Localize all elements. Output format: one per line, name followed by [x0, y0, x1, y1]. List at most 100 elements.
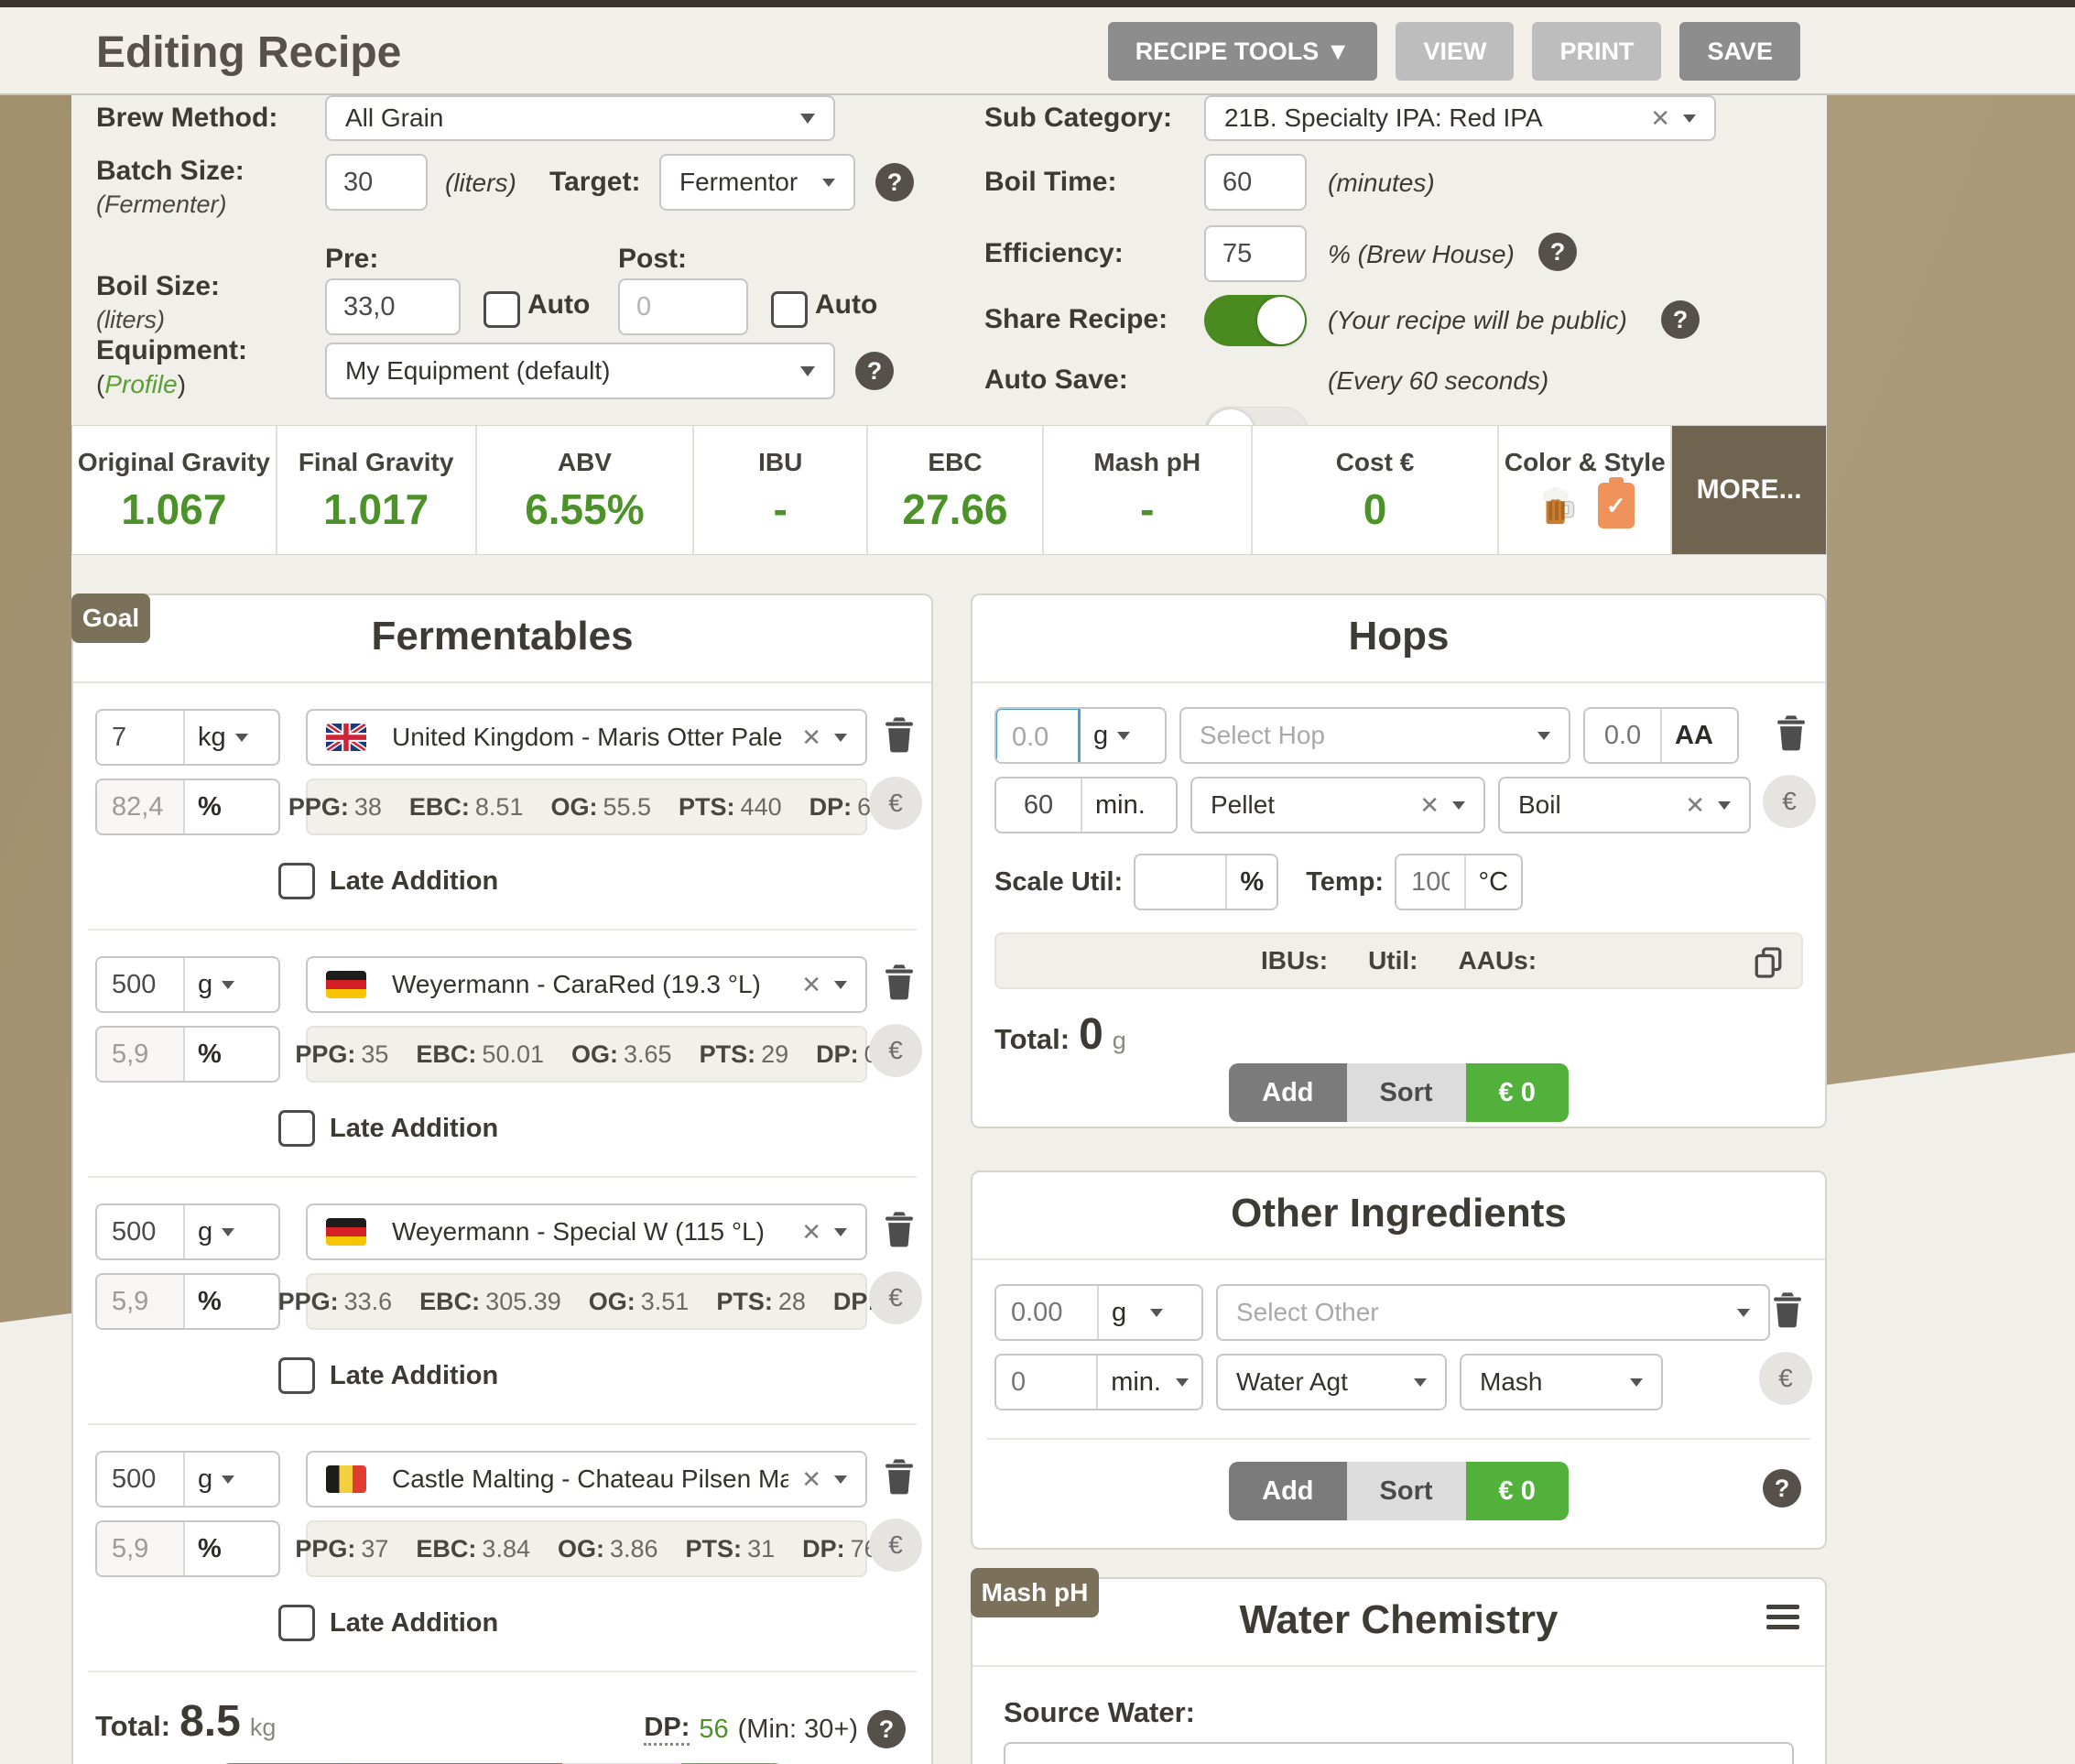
- print-button[interactable]: PRINT: [1532, 22, 1661, 81]
- delete-icon[interactable]: [880, 1453, 918, 1497]
- late-addition-label: Late Addition: [330, 1608, 498, 1639]
- cost-icon[interactable]: €: [1763, 775, 1816, 828]
- cost-icon[interactable]: €: [869, 1024, 922, 1077]
- source-water-select[interactable]: [1004, 1742, 1794, 1764]
- efficiency-help-icon[interactable]: ?: [1538, 233, 1577, 271]
- boil-size-pre-input[interactable]: [325, 278, 461, 335]
- hop-select[interactable]: Select Hop: [1179, 707, 1570, 764]
- other-ingredients-title: Other Ingredients: [972, 1172, 1825, 1260]
- cost-icon[interactable]: €: [869, 777, 922, 830]
- clear-icon[interactable]: ✕: [801, 724, 821, 752]
- clear-icon[interactable]: ✕: [1685, 791, 1705, 820]
- add-other-button[interactable]: Add: [1229, 1462, 1346, 1520]
- other-unit-select[interactable]: g: [1099, 1286, 1176, 1339]
- fermentable-qty-input[interactable]: [97, 958, 185, 1011]
- hop-qty-input[interactable]: [994, 707, 1081, 764]
- other-help-icon[interactable]: ?: [1763, 1469, 1801, 1508]
- sort-hops-button[interactable]: Sort: [1347, 1063, 1466, 1122]
- fermentable-pct-input[interactable]: [97, 1522, 185, 1575]
- fermentable-pct-input[interactable]: [97, 1028, 185, 1081]
- temp-unit: °C: [1466, 855, 1522, 909]
- other-qty-input[interactable]: [996, 1286, 1099, 1339]
- delete-icon[interactable]: [880, 711, 918, 755]
- scale-util-input[interactable]: [1135, 855, 1227, 909]
- other-cost-button[interactable]: € 0: [1466, 1462, 1569, 1520]
- equipment-help-icon[interactable]: ?: [855, 352, 894, 390]
- hop-unit-select[interactable]: g: [1081, 709, 1143, 762]
- late-addition-checkbox[interactable]: [278, 1605, 315, 1641]
- view-button[interactable]: VIEW: [1396, 22, 1514, 81]
- fermentable-unit-select[interactable]: g: [185, 1453, 247, 1506]
- late-addition-label: Late Addition: [330, 866, 498, 897]
- fermentable-qty-input[interactable]: [97, 1453, 185, 1506]
- batch-size-input[interactable]: [325, 154, 428, 211]
- delete-icon[interactable]: [1768, 1286, 1807, 1330]
- cost-icon[interactable]: €: [1759, 1352, 1812, 1405]
- late-addition-checkbox[interactable]: [278, 1110, 315, 1147]
- caret-down-icon: [222, 981, 234, 989]
- brew-method-select[interactable]: All Grain: [325, 95, 835, 141]
- sub-category-select[interactable]: 21B. Specialty IPA: Red IPA ✕: [1204, 95, 1716, 141]
- fermentable-pct-input[interactable]: [97, 780, 185, 833]
- delete-icon[interactable]: [880, 958, 918, 1002]
- hop-use-select[interactable]: Boil ✕: [1498, 777, 1751, 833]
- fermentable-select[interactable]: Castle Malting - Chateau Pilsen Malt (2 …: [306, 1451, 867, 1508]
- late-addition-checkbox[interactable]: [278, 863, 315, 899]
- boil-size-post-input[interactable]: [618, 278, 748, 335]
- save-button[interactable]: SAVE: [1679, 22, 1800, 81]
- boil-size-sublabel: (liters): [96, 306, 165, 334]
- efficiency-input[interactable]: [1204, 225, 1307, 282]
- hops-cost-button[interactable]: € 0: [1466, 1063, 1569, 1122]
- post-auto-checkbox[interactable]: [771, 291, 808, 328]
- target-help-icon[interactable]: ?: [875, 163, 914, 201]
- share-help-icon[interactable]: ?: [1661, 300, 1700, 339]
- clear-icon[interactable]: ✕: [1419, 791, 1439, 820]
- other-time-input[interactable]: [996, 1356, 1098, 1409]
- boil-time-input[interactable]: [1204, 154, 1307, 211]
- caret-down-icon: [1630, 1378, 1643, 1387]
- hop-aa-input[interactable]: [1585, 709, 1662, 762]
- sort-other-button[interactable]: Sort: [1347, 1462, 1466, 1520]
- fermentable-unit-select[interactable]: g: [185, 1205, 247, 1258]
- delete-icon[interactable]: [1772, 709, 1810, 753]
- other-type-select[interactable]: Water Agt: [1216, 1354, 1447, 1410]
- share-recipe-toggle[interactable]: [1204, 295, 1307, 346]
- target-select[interactable]: Fermentor: [659, 154, 855, 211]
- more-button[interactable]: MORE...: [1672, 426, 1826, 554]
- boil-time-unit: (minutes): [1328, 169, 1435, 198]
- dp-help-icon[interactable]: ?: [867, 1710, 906, 1748]
- clear-icon[interactable]: ✕: [1650, 104, 1670, 133]
- fermentables-card: Goal Fermentables kg: [71, 593, 933, 1764]
- clear-icon[interactable]: ✕: [801, 1218, 821, 1247]
- post-label: Post:: [618, 244, 687, 275]
- cost-icon[interactable]: €: [869, 1271, 922, 1324]
- hop-time-input[interactable]: [996, 779, 1082, 832]
- late-addition-checkbox[interactable]: [278, 1357, 315, 1394]
- fermentable-select[interactable]: Weyermann - Special W (115 °L) ✕: [306, 1203, 867, 1260]
- fermentable-pct-input[interactable]: [97, 1275, 185, 1328]
- clear-icon[interactable]: ✕: [801, 971, 821, 999]
- share-recipe-label: Share Recipe:: [984, 304, 1168, 335]
- header-buttons: RECIPE TOOLS ▼ VIEW PRINT SAVE: [1108, 22, 1800, 81]
- profile-link[interactable]: Profile: [104, 370, 177, 398]
- fermentable-select[interactable]: United Kingdom - Maris Otter Pale (3.75 …: [306, 709, 867, 766]
- recipe-tools-button[interactable]: RECIPE TOOLS ▼: [1108, 22, 1378, 81]
- menu-icon[interactable]: [1766, 1605, 1799, 1629]
- fermentable-qty-input[interactable]: [97, 711, 185, 764]
- fermentable-select[interactable]: Weyermann - CaraRed (19.3 °L) ✕: [306, 956, 867, 1013]
- hop-type-select[interactable]: Pellet ✕: [1190, 777, 1485, 833]
- delete-icon[interactable]: [880, 1205, 918, 1249]
- equipment-select[interactable]: My Equipment (default): [325, 343, 835, 399]
- pre-auto-checkbox[interactable]: [483, 291, 520, 328]
- temp-input[interactable]: [1396, 855, 1465, 909]
- other-select[interactable]: Select Other: [1216, 1284, 1770, 1341]
- cost-icon[interactable]: €: [869, 1519, 922, 1572]
- copy-icon[interactable]: [1752, 945, 1785, 985]
- other-time-unit-select[interactable]: min.: [1098, 1356, 1201, 1409]
- fermentable-unit-select[interactable]: g: [185, 958, 247, 1011]
- fermentable-qty-input[interactable]: [97, 1205, 185, 1258]
- clear-icon[interactable]: ✕: [801, 1465, 821, 1494]
- add-hop-button[interactable]: Add: [1229, 1063, 1346, 1122]
- other-use-select[interactable]: Mash: [1460, 1354, 1663, 1410]
- fermentable-unit-select[interactable]: kg: [185, 711, 261, 764]
